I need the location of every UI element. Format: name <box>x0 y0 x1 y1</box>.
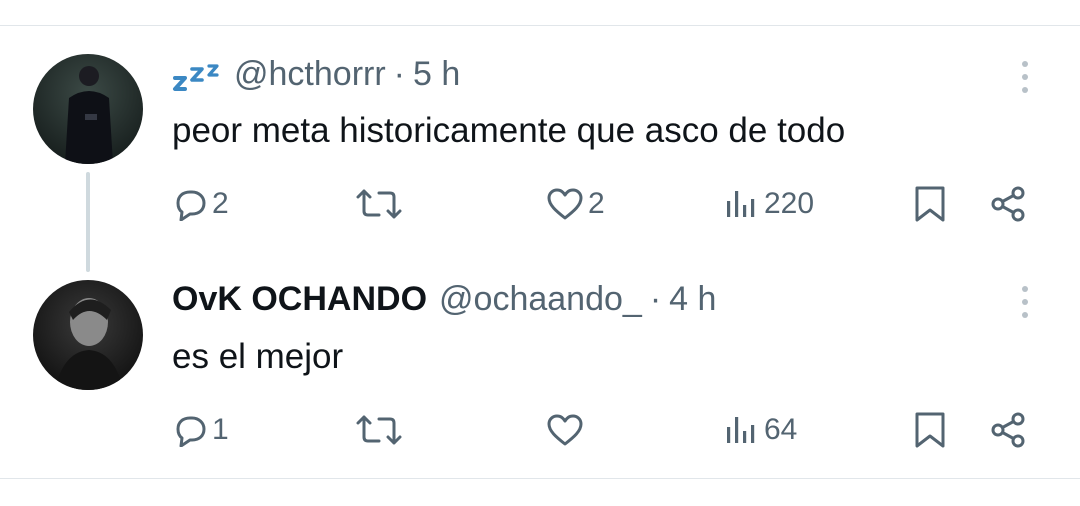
views-chart-icon <box>727 417 755 443</box>
views-button[interactable]: 64 <box>724 408 797 452</box>
reply-button[interactable]: 2 <box>172 182 229 226</box>
like-button[interactable]: 2 <box>546 182 605 226</box>
bookmark-icon <box>915 186 945 222</box>
avatar[interactable] <box>33 280 143 390</box>
avatar-image <box>33 54 143 164</box>
reply-icon <box>176 416 206 447</box>
reply-icon <box>176 190 206 221</box>
tweet-text: es el mejor <box>172 337 344 376</box>
heart-icon <box>547 414 583 446</box>
reply-count: 1 <box>212 413 229 446</box>
retweet-button[interactable] <box>355 182 407 226</box>
tweet-text: peor meta historicamente que asco de tod… <box>172 111 846 150</box>
heart-icon <box>547 188 583 220</box>
tweet-header: OvK OCHANDO @ochaando_ · 4 h <box>172 279 716 319</box>
like-count: 2 <box>588 187 605 220</box>
bookmark-button[interactable] <box>910 182 950 226</box>
display-name[interactable]: OvK OCHANDO <box>172 279 427 319</box>
views-count: 64 <box>764 413 798 446</box>
separator: · <box>649 280 662 318</box>
tweet-actions: 2 2 220 <box>0 182 1080 226</box>
share-icon <box>991 412 1025 448</box>
more-options-icon[interactable] <box>1010 55 1040 99</box>
bookmark-button[interactable] <box>910 408 950 452</box>
sleeping-zzz-icon <box>173 64 219 91</box>
share-icon <box>991 186 1025 222</box>
timestamp[interactable]: 5 h <box>413 54 460 94</box>
views-chart-icon <box>727 191 755 217</box>
reply-count: 2 <box>212 187 229 220</box>
views-button[interactable]: 220 <box>724 182 814 226</box>
separator: · <box>393 55 405 93</box>
more-options-icon[interactable] <box>1010 280 1040 324</box>
share-button[interactable] <box>988 408 1028 452</box>
bottom-divider <box>0 478 1080 479</box>
top-divider <box>0 25 1080 26</box>
share-button[interactable] <box>988 182 1028 226</box>
user-handle[interactable]: @hcthorrr <box>234 54 386 94</box>
retweet-icon <box>356 415 402 445</box>
retweet-icon <box>356 189 402 219</box>
timestamp[interactable]: 4 h <box>669 279 716 319</box>
reply-button[interactable]: 1 <box>172 408 229 452</box>
bookmark-icon <box>915 412 945 448</box>
avatar-image <box>33 280 143 390</box>
like-button[interactable] <box>546 408 588 452</box>
user-handle[interactable]: @ochaando_ <box>439 279 642 319</box>
avatar[interactable] <box>33 54 143 164</box>
tweet-actions: 1 64 <box>0 408 1080 452</box>
views-count: 220 <box>764 187 815 220</box>
retweet-button[interactable] <box>355 408 407 452</box>
tweet-header: @hcthorrr · 5 h <box>172 54 460 94</box>
